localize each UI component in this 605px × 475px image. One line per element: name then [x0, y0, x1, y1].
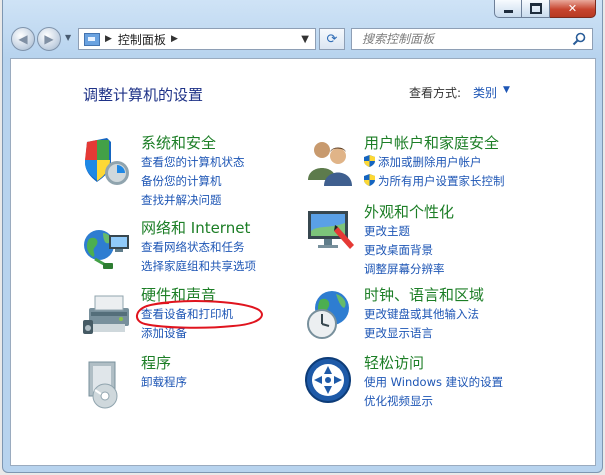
refresh-button[interactable]: ⟳	[319, 28, 345, 50]
hardware-sound-icon[interactable]	[81, 288, 135, 342]
link-change-background[interactable]: 更改桌面背景	[364, 242, 433, 258]
back-button[interactable]: ◀	[11, 27, 35, 51]
view-by-label: 查看方式:	[409, 86, 462, 100]
category-title[interactable]: 程序	[141, 352, 171, 373]
programs-icon[interactable]	[81, 356, 135, 410]
control-panel-icon	[84, 32, 100, 46]
category-title[interactable]: 时钟、语言和区域	[364, 284, 484, 305]
link-troubleshoot[interactable]: 查找并解决问题	[141, 192, 222, 208]
arrow-left-icon: ◀	[18, 32, 28, 46]
link-backup-computer[interactable]: 备份您的计算机	[141, 173, 222, 189]
link-add-device[interactable]: 添加设备	[141, 325, 187, 341]
system-security-icon[interactable]	[81, 136, 135, 190]
link-text[interactable]: 为所有用户设置家长控制	[378, 174, 505, 188]
link-devices-printers[interactable]: 查看设备和打印机	[141, 306, 233, 322]
close-icon: ✕	[567, 2, 578, 15]
link-text[interactable]: 添加或删除用户帐户	[378, 155, 482, 169]
category-title[interactable]: 外观和个性化	[364, 201, 454, 222]
address-dropdown-icon[interactable]: ▼	[301, 34, 309, 45]
user-accounts-icon[interactable]	[304, 136, 358, 190]
ease-of-access-icon[interactable]	[304, 356, 358, 410]
network-icon[interactable]	[81, 221, 135, 275]
link-homegroup-sharing[interactable]: 选择家庭组和共享选项	[141, 258, 256, 274]
maximize-button[interactable]	[522, 0, 550, 18]
page-title: 调整计算机的设置	[83, 86, 204, 104]
breadcrumb-control-panel[interactable]: 控制面板	[118, 31, 166, 48]
minimize-button[interactable]	[494, 0, 522, 18]
content-pane: 调整计算机的设置 查看方式: 类别 ▼ 系统和安全 查看您的计算机状态 备份您的…	[10, 58, 596, 466]
search-icon[interactable]	[572, 32, 586, 46]
link-keyboard-input[interactable]: 更改键盘或其他输入法	[364, 306, 479, 322]
link-network-status[interactable]: 查看网络状态和任务	[141, 239, 245, 255]
link-add-remove-accounts[interactable]: 添加或删除用户帐户	[364, 154, 482, 170]
category-title[interactable]: 硬件和声音	[141, 284, 216, 305]
refresh-icon: ⟳	[326, 31, 338, 47]
control-panel-window: ✕ ◀ ▶ ▼ ▶ 控制面板 ▶ ▼ ⟳ 调整计算机的设置 查看方式: 类别 ▼	[2, 0, 603, 473]
chevron-right-icon[interactable]: ▶	[105, 34, 112, 44]
appearance-icon[interactable]	[304, 205, 358, 259]
link-uninstall-program[interactable]: 卸载程序	[141, 374, 187, 390]
search-box[interactable]	[351, 28, 593, 50]
link-parental-controls[interactable]: 为所有用户设置家长控制	[364, 173, 505, 189]
search-input[interactable]	[360, 31, 564, 47]
link-change-theme[interactable]: 更改主题	[364, 223, 410, 239]
arrow-right-icon: ▶	[44, 32, 54, 46]
category-title[interactable]: 网络和 Internet	[141, 217, 250, 238]
link-display-language[interactable]: 更改显示语言	[364, 325, 433, 341]
uac-shield-icon	[364, 155, 375, 167]
address-bar[interactable]: ▶ 控制面板 ▶ ▼	[78, 28, 316, 50]
link-check-computer-status[interactable]: 查看您的计算机状态	[141, 154, 245, 170]
history-dropdown-icon[interactable]: ▼	[65, 33, 71, 42]
category-title[interactable]: 轻松访问	[364, 352, 424, 373]
link-recommended-settings[interactable]: 使用 Windows 建议的设置	[364, 374, 503, 390]
link-screen-resolution[interactable]: 调整屏幕分辨率	[364, 261, 445, 277]
view-by-dropdown[interactable]: 类别	[473, 84, 497, 101]
forward-button[interactable]: ▶	[37, 27, 61, 51]
category-title[interactable]: 用户帐户和家庭安全	[364, 132, 499, 153]
close-button[interactable]: ✕	[550, 0, 596, 18]
chevron-down-icon[interactable]: ▼	[503, 85, 510, 95]
caption-buttons: ✕	[494, 0, 596, 18]
clock-region-icon[interactable]	[304, 288, 358, 342]
category-title[interactable]: 系统和安全	[141, 132, 216, 153]
minimize-icon	[503, 10, 513, 13]
chevron-right-icon[interactable]: ▶	[171, 34, 178, 44]
uac-shield-icon	[364, 174, 375, 186]
maximize-icon	[529, 3, 542, 14]
link-optimize-display[interactable]: 优化视频显示	[364, 393, 433, 409]
